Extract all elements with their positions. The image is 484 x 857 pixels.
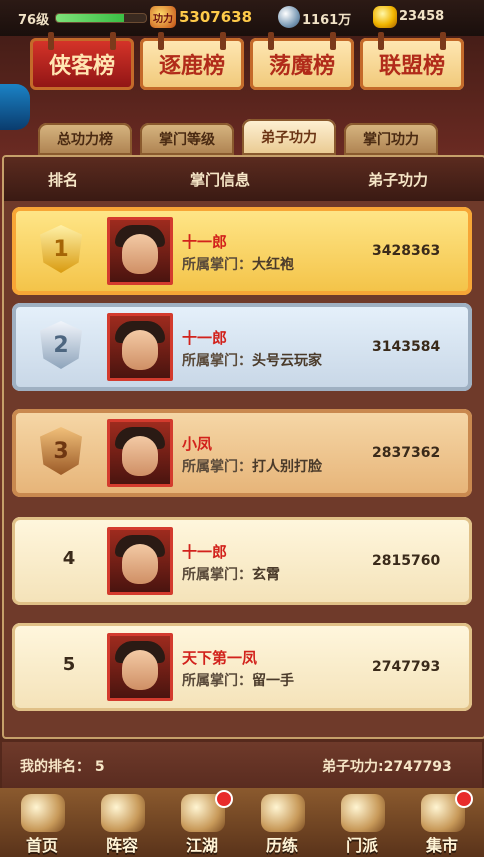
avatar[interactable] xyxy=(107,313,173,381)
jar-icon xyxy=(261,794,305,832)
avatar[interactable] xyxy=(107,633,173,701)
nav-home[interactable]: 首页 xyxy=(3,788,81,857)
disciple-power-value: 2837362 xyxy=(372,445,441,461)
disciple-power-value: 3428363 xyxy=(372,243,441,259)
nav-lineup[interactable]: 阵容 xyxy=(83,788,161,857)
my-rank-bar: 我的排名： 5 弟子功力:2747793 xyxy=(2,742,482,788)
player-name: 小凤 xyxy=(182,435,213,453)
sect-name: 大红袍 xyxy=(252,257,294,273)
nav-label: 江湖 xyxy=(185,836,218,855)
bottom-nav: 首页 阵容 江湖 历练 门派 集市 xyxy=(0,788,484,857)
header-master-info: 掌门信息 xyxy=(190,171,251,189)
sect-label: 所属掌门： xyxy=(182,567,252,583)
sect-name: 玄霄 xyxy=(252,567,280,583)
silver-amount: 1161万 xyxy=(302,13,352,28)
table-header: 排名 掌门信息 弟子功力 xyxy=(4,157,484,201)
player-name: 十一郎 xyxy=(182,233,228,251)
sect-info: 所属掌门：玄霄 xyxy=(182,564,280,584)
banner-tab-lianmeng[interactable]: 联盟榜 xyxy=(360,32,464,90)
status-bar: 76级 功力 5307638 1161万 23458 xyxy=(0,0,484,36)
tab-disciple-power[interactable]: 弟子功力 xyxy=(242,119,336,155)
nav-label: 集市 xyxy=(425,836,458,855)
header-rank: 排名 xyxy=(48,171,79,189)
bronze-medal-icon: 3 xyxy=(40,427,82,475)
notification-dot xyxy=(457,792,471,806)
banner-tab-zhulu[interactable]: 逐鹿榜 xyxy=(140,32,244,90)
sect-label: 所属掌门： xyxy=(182,257,252,273)
sect-label: 所属掌门： xyxy=(182,353,252,369)
disciple-power-value: 2747793 xyxy=(372,659,441,675)
nav-jianghu[interactable]: 江湖 xyxy=(163,788,241,857)
nav-training[interactable]: 历练 xyxy=(243,788,321,857)
power-badge-icon: 功力 xyxy=(150,6,176,28)
sect-info: 所属掌门：头号云玩家 xyxy=(182,350,322,370)
banner-tab-dangmo[interactable]: 荡魔榜 xyxy=(250,32,354,90)
sect-name: 留一手 xyxy=(252,673,294,689)
table-row[interactable]: 3 小凤 所属掌门：打人别打脸 2837362 xyxy=(12,409,472,497)
avatar[interactable] xyxy=(107,419,173,487)
player-name: 十一郎 xyxy=(182,329,228,347)
header-disciple-power: 弟子功力 xyxy=(368,171,429,189)
sect-info: 所属掌门：打人别打脸 xyxy=(182,456,322,476)
table-row[interactable]: 2 十一郎 所属掌门：头号云玩家 3143584 xyxy=(12,303,472,391)
table-row[interactable]: 4 十一郎 所属掌门：玄霄 2815760 xyxy=(12,517,472,605)
avatar[interactable] xyxy=(107,527,173,595)
disciple-power-value: 2815760 xyxy=(372,553,441,569)
table-row[interactable]: 5 天下第一凤 所属掌门：留一手 2747793 xyxy=(12,623,472,711)
total-power-value: 5307638 xyxy=(179,8,253,26)
scroll-icon xyxy=(101,794,145,832)
nav-label: 首页 xyxy=(25,836,58,855)
sect-label: 所属掌门： xyxy=(182,673,252,689)
player-level: 76级 xyxy=(18,13,50,28)
ranking-panel: 排名 掌门信息 弟子功力 1 十一郎 所属掌门：大红袍 3428363 2 十一… xyxy=(2,155,484,739)
sect-name: 打人别打脸 xyxy=(252,459,322,475)
sect-info: 所属掌门：大红袍 xyxy=(182,254,294,274)
nav-market[interactable]: 集市 xyxy=(403,788,481,857)
gold-medal-icon: 1 xyxy=(40,225,82,273)
tab-total-power[interactable]: 总功力榜 xyxy=(38,123,132,155)
banner-icon xyxy=(341,794,385,832)
experience-bar xyxy=(55,13,147,23)
banner-tab-xiake[interactable]: 侠客榜 xyxy=(30,32,134,90)
nav-label: 历练 xyxy=(265,836,298,855)
side-event-icon[interactable] xyxy=(0,84,30,130)
home-icon xyxy=(21,794,65,832)
rank-number: 4 xyxy=(62,548,76,569)
rank-number: 5 xyxy=(62,654,76,675)
silver-ingot-icon xyxy=(278,6,300,28)
nav-label: 阵容 xyxy=(105,836,138,855)
player-name: 天下第一凤 xyxy=(182,649,258,667)
tab-master-power[interactable]: 掌门功力 xyxy=(344,123,438,155)
silver-medal-icon: 2 xyxy=(40,321,82,369)
disciple-power-value: 3143584 xyxy=(372,339,441,355)
experience-fill xyxy=(56,14,124,22)
sect-label: 所属掌门： xyxy=(182,459,252,475)
nav-label: 门派 xyxy=(345,836,378,855)
gold-ingot-icon xyxy=(373,6,397,28)
nav-sect[interactable]: 门派 xyxy=(323,788,401,857)
my-disciple-power: 弟子功力:2747793 xyxy=(322,759,452,775)
my-rank: 我的排名： 5 xyxy=(20,759,105,775)
player-name: 十一郎 xyxy=(182,543,228,561)
sect-info: 所属掌门：留一手 xyxy=(182,670,294,690)
gold-amount: 23458 xyxy=(399,9,445,24)
avatar[interactable] xyxy=(107,217,173,285)
table-row[interactable]: 1 十一郎 所属掌门：大红袍 3428363 xyxy=(12,207,472,295)
notification-dot xyxy=(217,792,231,806)
tab-master-level[interactable]: 掌门等级 xyxy=(140,123,234,155)
sect-name: 头号云玩家 xyxy=(252,353,322,369)
